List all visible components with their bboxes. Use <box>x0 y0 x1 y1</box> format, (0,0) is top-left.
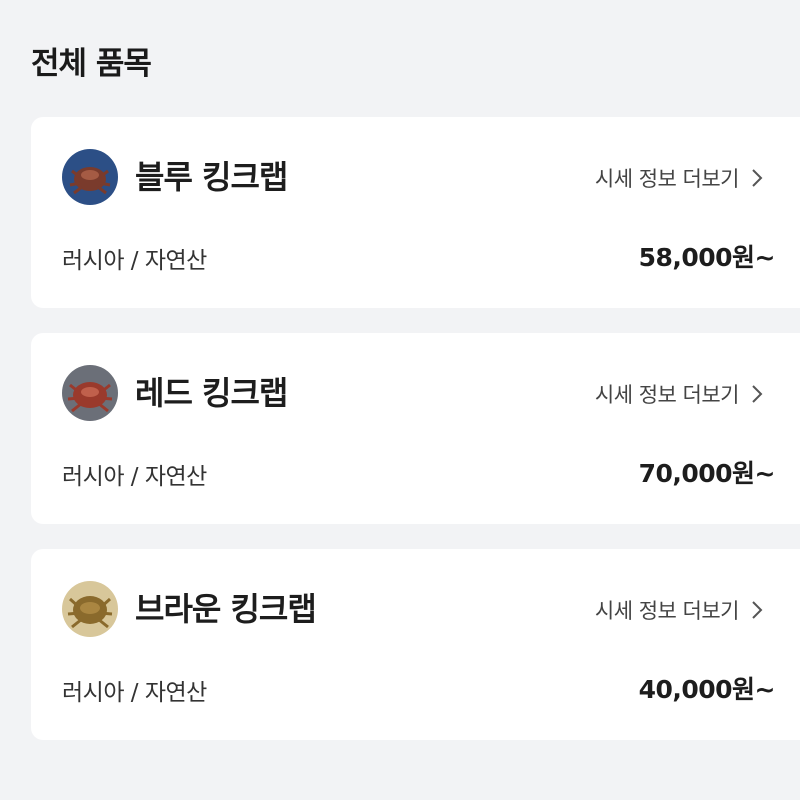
product-list-page: 전체 품목 블루 킹크랩 시세 정보 더보기 러시아 / 자연산 58,000원 <box>0 0 800 800</box>
product-origin: 러시아 / 자연산 <box>62 248 207 274</box>
price-info-more-link[interactable]: 시세 정보 더보기 <box>595 163 763 193</box>
product-thumbnail <box>62 581 118 637</box>
price-info-more-link[interactable]: 시세 정보 더보기 <box>595 379 763 409</box>
product-card-red-king-crab[interactable]: 레드 킹크랩 시세 정보 더보기 러시아 / 자연산 70,000원~ <box>31 333 800 524</box>
product-name: 브라운 킹크랩 <box>135 590 317 628</box>
product-price: 70,000원~ <box>638 459 776 488</box>
product-name: 블루 킹크랩 <box>135 158 288 196</box>
chevron-right-icon <box>752 169 763 187</box>
crab-image-icon <box>62 581 118 637</box>
more-link-label: 시세 정보 더보기 <box>594 383 740 407</box>
chevron-right-icon <box>752 601 763 619</box>
chevron-right-icon <box>752 385 763 403</box>
crab-image-icon <box>62 149 118 205</box>
product-thumbnail <box>62 365 118 421</box>
product-thumbnail <box>62 149 118 205</box>
product-price: 58,000원~ <box>638 243 776 272</box>
product-origin: 러시아 / 자연산 <box>62 680 207 706</box>
more-link-label: 시세 정보 더보기 <box>594 599 740 623</box>
price-info-more-link[interactable]: 시세 정보 더보기 <box>595 595 763 625</box>
product-name: 레드 킹크랩 <box>135 374 288 412</box>
product-price: 40,000원~ <box>638 675 776 704</box>
product-list: 블루 킹크랩 시세 정보 더보기 러시아 / 자연산 58,000원~ 레드 킹… <box>31 117 800 765</box>
product-origin: 러시아 / 자연산 <box>62 464 207 490</box>
section-title: 전체 품목 <box>31 46 152 82</box>
crab-image-icon <box>62 365 118 421</box>
more-link-label: 시세 정보 더보기 <box>594 167 740 191</box>
product-card-brown-king-crab[interactable]: 브라운 킹크랩 시세 정보 더보기 러시아 / 자연산 40,000원~ <box>31 549 800 740</box>
product-card-blue-king-crab[interactable]: 블루 킹크랩 시세 정보 더보기 러시아 / 자연산 58,000원~ <box>31 117 800 308</box>
